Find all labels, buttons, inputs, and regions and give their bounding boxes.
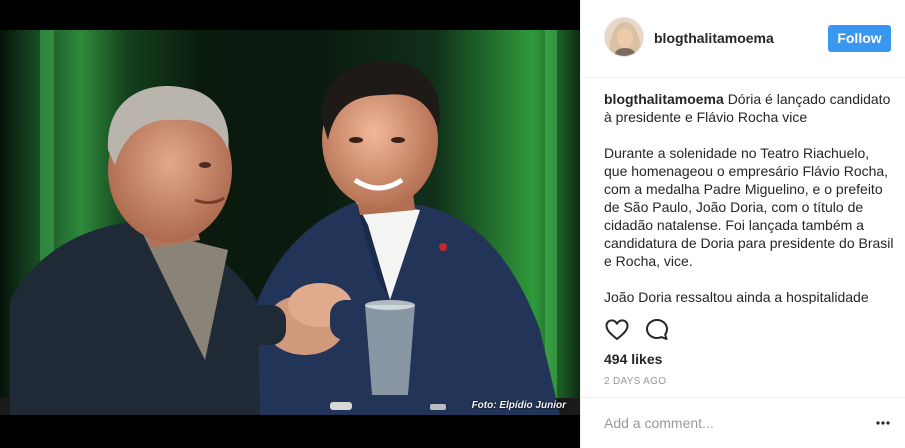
- post-side-panel: blogthalitamoema Follow blogthalitamoema…: [580, 0, 905, 448]
- ellipsis-icon[interactable]: [875, 415, 891, 431]
- post-photo[interactable]: Foto: Elpídio Junior: [0, 0, 580, 448]
- photo-illustration: [0, 0, 580, 448]
- photo-credit: Foto: Elpídio Junior: [471, 400, 566, 411]
- post-header: blogthalitamoema Follow: [581, 0, 905, 78]
- avatar[interactable]: [604, 17, 644, 57]
- caption-paragraph: Durante a solenidade no Teatro Riachuelo…: [604, 145, 894, 269]
- caption-username[interactable]: blogthalitamoema: [604, 91, 724, 107]
- follow-button[interactable]: Follow: [828, 25, 891, 52]
- caption-paragraph: João Doria ressaltou ainda a hospitalida…: [604, 289, 869, 304]
- post-timestamp[interactable]: 2 DAYS AGO: [604, 376, 666, 387]
- comment-input[interactable]: [604, 412, 854, 434]
- caption: blogthalitamoema Dória é lançado candida…: [604, 90, 894, 304]
- header-username[interactable]: blogthalitamoema: [654, 30, 774, 46]
- comment-bar: [581, 397, 905, 448]
- caption-first-paragraph: blogthalitamoema Dória é lançado candida…: [604, 90, 894, 126]
- speech-bubble-icon[interactable]: [644, 317, 670, 343]
- post-actions: [604, 317, 670, 343]
- likes-count[interactable]: 494 likes: [604, 351, 662, 367]
- heart-outline-icon[interactable]: [604, 317, 630, 343]
- avatar-image: [605, 18, 643, 56]
